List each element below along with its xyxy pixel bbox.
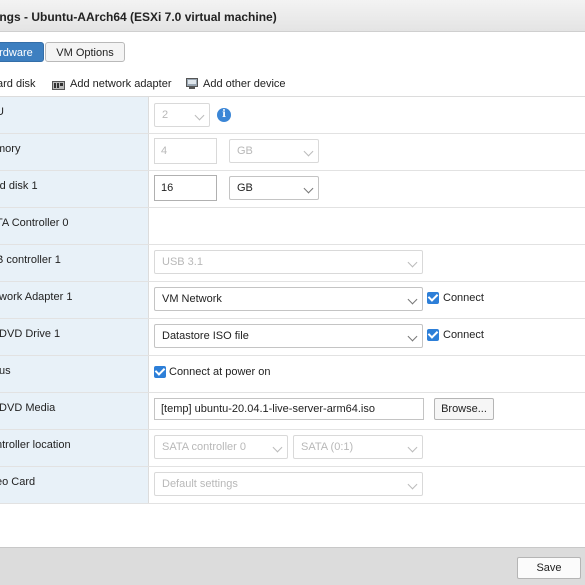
- add-other-device-button[interactable]: Add other device: [186, 76, 286, 95]
- memory-unit-select[interactable]: GB: [229, 139, 319, 163]
- row-label: eo Card: [0, 467, 149, 503]
- row-label: /DVD Drive 1: [0, 319, 149, 355]
- network-select[interactable]: VM Network: [154, 287, 423, 311]
- memory-size-input[interactable]: 4: [154, 138, 217, 164]
- cd-drive-type-select[interactable]: Datastore ISO file: [154, 324, 423, 348]
- dialog-title: ings - Ubuntu-AArch64 (ESXi 7.0 virtual …: [0, 10, 277, 24]
- row-label: B controller 1: [0, 245, 149, 281]
- row-cd-dvd-drive: /DVD Drive 1 Datastore ISO file Connect: [0, 319, 585, 356]
- network-card-icon: [52, 79, 65, 95]
- row-controller-location: ntroller location SATA controller 0 SATA…: [0, 430, 585, 467]
- disk-unit-select[interactable]: GB: [229, 176, 319, 200]
- connect-at-power-on-label: Connect at power on: [169, 366, 271, 378]
- row-label: mory: [0, 134, 149, 170]
- iso-path-input[interactable]: [temp] ubuntu-20.04.1-live-server-arm64.…: [154, 398, 424, 420]
- browse-button[interactable]: Browse...: [434, 398, 494, 420]
- row-network-adapter: twork Adapter 1 VM Network Connect: [0, 282, 585, 319]
- add-network-adapter-button[interactable]: Add network adapter: [52, 76, 172, 95]
- chevron-down-icon: [407, 294, 418, 305]
- network-connect-label: Connect: [443, 292, 484, 304]
- controller-select[interactable]: SATA controller 0: [154, 435, 288, 459]
- hardware-settings-table: U 2 i mory 4 GB rd disk 1 16 GB TA Contr…: [0, 96, 585, 504]
- row-usb-controller: B controller 1 USB 3.1: [0, 245, 585, 282]
- device-toolbar: ard disk Add network adapter Add other d…: [0, 76, 585, 92]
- row-cpu: U 2 i: [0, 97, 585, 134]
- row-label: rd disk 1: [0, 171, 149, 207]
- row-label: TA Controller 0: [0, 208, 149, 244]
- tab-virtual-hardware[interactable]: ardware: [0, 42, 44, 62]
- video-settings-select[interactable]: Default settings: [154, 472, 423, 496]
- add-other-device-label: Add other device: [203, 78, 286, 90]
- add-network-adapter-label: Add network adapter: [70, 78, 172, 90]
- row-label: twork Adapter 1: [0, 282, 149, 318]
- chevron-down-icon: [272, 442, 283, 453]
- disk-size-input[interactable]: 16: [154, 175, 217, 201]
- row-label: ntroller location: [0, 430, 149, 466]
- row-memory: mory 4 GB: [0, 134, 585, 171]
- dialog-footer: Save: [0, 547, 585, 585]
- chevron-down-icon: [194, 110, 205, 121]
- chevron-down-icon: [303, 146, 314, 157]
- info-icon[interactable]: i: [217, 108, 231, 122]
- row-label: /DVD Media: [0, 393, 149, 429]
- chevron-down-icon: [407, 442, 418, 453]
- row-label: tus: [0, 356, 149, 392]
- cd-connect-checkbox[interactable]: [427, 329, 439, 341]
- cd-connect-label: Connect: [443, 329, 484, 341]
- cpu-count-select[interactable]: 2: [154, 103, 210, 127]
- row-label: U: [0, 97, 149, 133]
- chevron-down-icon: [407, 331, 418, 342]
- row-video-card: eo Card Default settings: [0, 467, 585, 504]
- controller-port-select[interactable]: SATA (0:1): [293, 435, 423, 459]
- connect-at-power-on-checkbox[interactable]: [154, 366, 166, 378]
- device-icon: [186, 78, 198, 95]
- row-cd-dvd-media: /DVD Media [temp] ubuntu-20.04.1-live-se…: [0, 393, 585, 430]
- save-button[interactable]: Save: [517, 557, 581, 579]
- dialog-title-bar: ings - Ubuntu-AArch64 (ESXi 7.0 virtual …: [0, 0, 585, 32]
- chevron-down-icon: [407, 257, 418, 268]
- row-status: tus Connect at power on: [0, 356, 585, 393]
- row-hard-disk: rd disk 1 16 GB: [0, 171, 585, 208]
- network-connect-checkbox[interactable]: [427, 292, 439, 304]
- row-sata-controller: TA Controller 0: [0, 208, 585, 245]
- tab-vm-options[interactable]: VM Options: [45, 42, 125, 62]
- add-hard-disk-label: ard disk: [0, 78, 36, 90]
- chevron-down-icon: [407, 479, 418, 490]
- add-hard-disk-button[interactable]: ard disk: [0, 76, 36, 92]
- chevron-down-icon: [303, 183, 314, 194]
- usb-type-select[interactable]: USB 3.1: [154, 250, 423, 274]
